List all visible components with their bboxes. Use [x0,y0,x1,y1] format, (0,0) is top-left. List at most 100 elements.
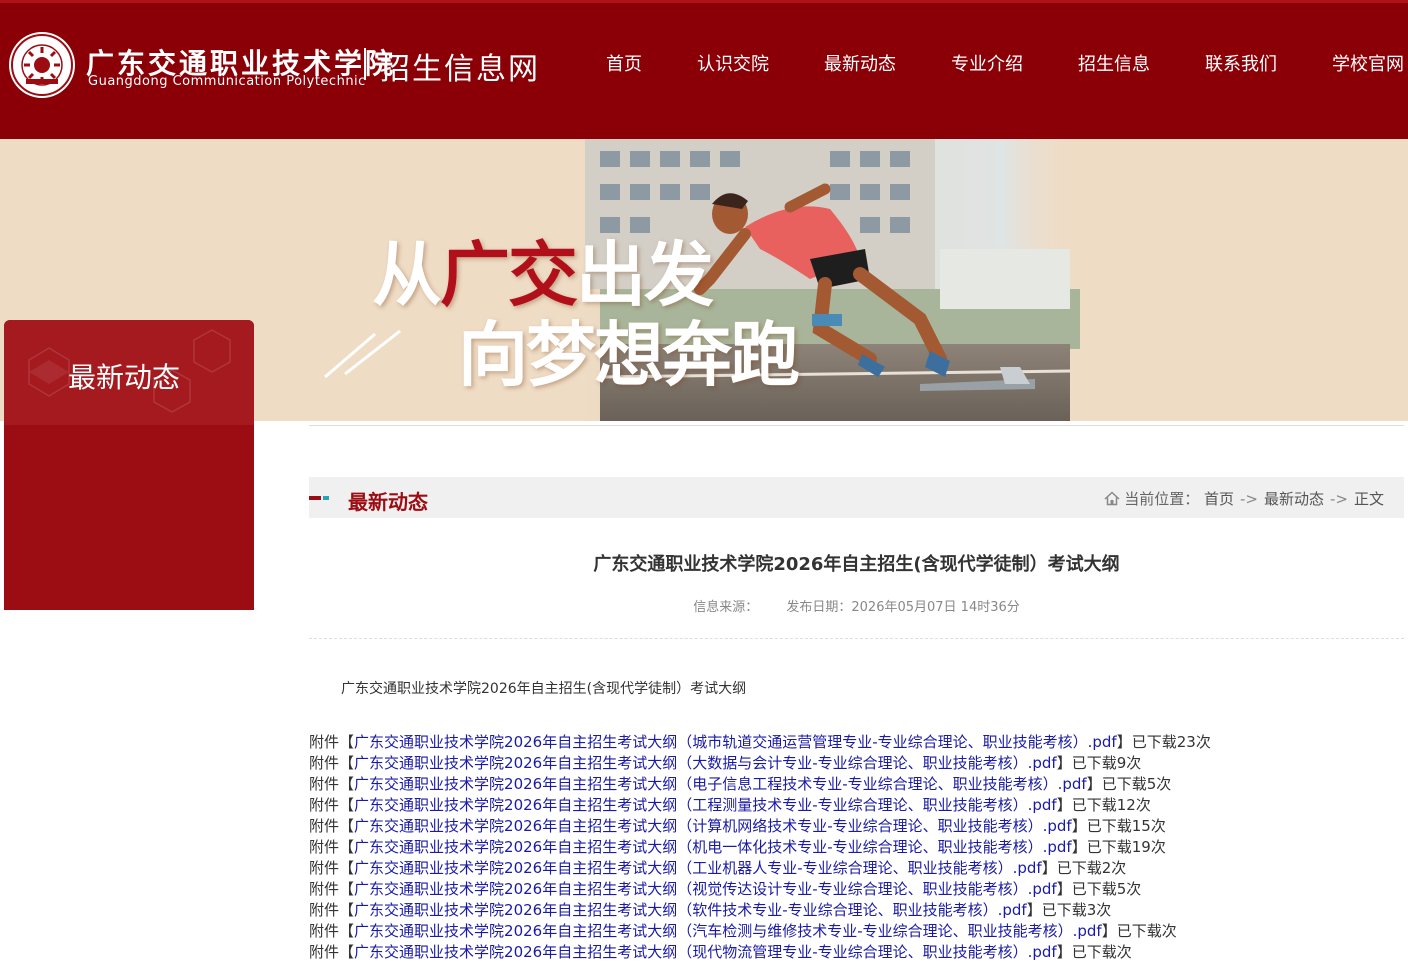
attachment-link[interactable]: 广东交通职业技术学院2026年自主招生考试大纲（工程测量技术专业-专业综合理论、… [354,796,1057,814]
attachment-download-count: 已下载19次 [1086,838,1166,856]
attachment-bracket-open: 【 [339,880,355,898]
attachment-link[interactable]: 广东交通职业技术学院2026年自主招生考试大纲（大数据与会计专业-专业综合理论、… [354,754,1057,772]
attachment-link[interactable]: 广东交通职业技术学院2026年自主招生考试大纲（软件技术专业-专业综合理论、职业… [354,901,1027,919]
main-nav: 首页 认识交院 最新动态 专业介绍 招生信息 联系我们 学校官网 [0,50,1408,76]
attachment-prefix: 附件 [309,943,340,961]
article-body-text: 广东交通职业技术学院2026年自主招生(含现代学徒制）考试大纲 [341,681,747,697]
header-top-line [0,0,1408,3]
column-mark-teal [323,496,329,500]
attachment-bracket-open: 【 [339,922,355,940]
attachment-bracket-close: 】 [1071,817,1087,835]
nav-item-contact[interactable]: 联系我们 [1205,50,1277,76]
attachment-download-count: 已下载5次 [1101,775,1172,793]
attachment-link[interactable]: 广东交通职业技术学院2026年自主招生考试大纲（城市轨道交通运营管理专业-专业综… [354,733,1117,751]
attachment-bracket-close: 】 [1071,838,1087,856]
attachment-link[interactable]: 广东交通职业技术学院2026年自主招生考试大纲（电子信息工程技术专业-专业综合理… [354,775,1087,793]
attachment-download-count: 已下载15次 [1086,817,1166,835]
breadcrumb-news[interactable]: 最新动态 [1264,490,1324,508]
banner-slogan-line2: 向梦想奔跑 [458,314,800,396]
attachment-bracket-close: 】 [1116,733,1132,751]
nav-item-home[interactable]: 首页 [606,50,642,76]
attachment-item: 附件【广东交通职业技术学院2026年自主招生考试大纲（大数据与会计专业-专业综合… [309,753,1404,774]
attachment-bracket-open: 【 [339,817,355,835]
attachment-prefix: 附件 [309,775,340,793]
attachment-bracket-close: 】 [1026,901,1042,919]
nav-item-admissions[interactable]: 招生信息 [1078,50,1150,76]
article-meta: 信息来源： 发布日期：2026年05月07日 14时36分 [309,596,1404,615]
attachment-download-count: 已下载23次 [1131,733,1211,751]
sidebar-title: 最新动态 [68,361,181,394]
attachment-link[interactable]: 广东交通职业技术学院2026年自主招生考试大纲（现代物流管理专业-专业综合理论、… [354,943,1057,961]
attachment-bracket-open: 【 [339,775,355,793]
breadcrumb-current: 正文 [1353,490,1384,508]
attachment-bracket-close: 】 [1056,754,1072,772]
attachment-prefix: 附件 [309,859,340,877]
attachment-bracket-close: 】 [1086,775,1102,793]
attachment-prefix: 附件 [309,817,340,835]
attachment-item: 附件【广东交通职业技术学院2026年自主招生考试大纲（机电一体化技术专业-专业综… [309,837,1404,858]
nav-item-official-site[interactable]: 学校官网 [1332,50,1404,76]
attachment-download-count: 已下载2次 [1056,859,1127,877]
attachment-download-count: 已下载5次 [1071,880,1142,898]
article-date: 发布日期：2026年05月07日 14时36分 [786,600,1020,615]
attachment-prefix: 附件 [309,796,340,814]
attachment-prefix: 附件 [309,901,340,919]
attachment-bracket-close: 】 [1056,880,1072,898]
location-label: 当前位置： [1124,490,1200,508]
attachment-bracket-close: 】 [1056,796,1072,814]
slogan-part-1: 从 [372,234,442,316]
attachment-download-count: 已下载12次 [1071,796,1151,814]
attachment-prefix: 附件 [309,922,340,940]
attachment-bracket-open: 【 [339,901,355,919]
attachment-item: 附件【广东交通职业技术学院2026年自主招生考试大纲（电子信息工程技术专业-专业… [309,774,1404,795]
attachment-link[interactable]: 广东交通职业技术学院2026年自主招生考试大纲（计算机网络技术专业-专业综合理论… [354,817,1072,835]
attachment-item: 附件【广东交通职业技术学院2026年自主招生考试大纲（城市轨道交通运营管理专业-… [309,732,1404,753]
site-header: 广东交通职业技术学院 Guangdong Communication Polyt… [0,0,1408,139]
home-icon [1104,491,1120,506]
attachment-bracket-open: 【 [339,796,355,814]
attachment-download-count: 已下载次 [1116,922,1177,940]
attachment-item: 附件【广东交通职业技术学院2026年自主招生考试大纲（计算机网络技术专业-专业综… [309,816,1404,837]
attachment-bracket-close: 】 [1056,943,1072,961]
attachment-bracket-open: 【 [339,733,355,751]
attachment-item: 附件【广东交通职业技术学院2026年自主招生考试大纲（工程测量技术专业-专业综合… [309,795,1404,816]
breadcrumb-separator: -> [1240,490,1258,508]
attachment-bracket-open: 【 [339,838,355,856]
attachment-link[interactable]: 广东交通职业技术学院2026年自主招生考试大纲（机电一体化技术专业-专业综合理论… [354,838,1072,856]
attachment-item: 附件【广东交通职业技术学院2026年自主招生考试大纲（工业机器人专业-专业综合理… [309,858,1404,879]
attachment-item: 附件【广东交通职业技术学院2026年自主招生考试大纲（汽车检测与维修技术专业-专… [309,921,1404,942]
attachment-bracket-close: 】 [1041,859,1057,877]
attachment-prefix: 附件 [309,880,340,898]
article-source: 信息来源： [693,600,759,615]
breadcrumb: 当前位置： 首页 -> 最新动态 -> 正文 [1104,488,1384,509]
attachment-link[interactable]: 广东交通职业技术学院2026年自主招生考试大纲（视觉传达设计专业-专业综合理论、… [354,880,1057,898]
attachment-prefix: 附件 [309,838,340,856]
attachment-list: 附件【广东交通职业技术学院2026年自主招生考试大纲（城市轨道交通运营管理专业-… [309,732,1404,963]
sidebar-header: 最新动态 [4,320,254,425]
column-header: 最新动态 当前位置： 首页 -> 最新动态 -> 正文 [309,477,1404,518]
breadcrumb-separator: -> [1330,490,1348,508]
attachment-item: 附件【广东交通职业技术学院2026年自主招生考试大纲（软件技术专业-专业综合理论… [309,900,1404,921]
attachment-bracket-open: 【 [339,943,355,961]
sidebar: 最新动态 [4,320,254,610]
attachment-link[interactable]: 广东交通职业技术学院2026年自主招生考试大纲（工业机器人专业-专业综合理论、职… [354,859,1042,877]
attachment-bracket-close: 】 [1101,922,1117,940]
nav-item-majors[interactable]: 专业介绍 [951,50,1023,76]
article-title: 广东交通职业技术学院2026年自主招生(含现代学徒制）考试大纲 [593,554,1120,575]
brand-name-en[interactable]: Guangdong Communication Polytechnic [88,74,366,89]
column-title: 最新动态 [348,490,428,514]
nav-item-about[interactable]: 认识交院 [697,50,769,76]
attachment-download-count: 已下载3次 [1041,901,1112,919]
meta-divider [309,638,1404,639]
attachment-item: 附件【广东交通职业技术学院2026年自主招生考试大纲（视觉传达设计专业-专业综合… [309,879,1404,900]
breadcrumb-home[interactable]: 首页 [1204,490,1234,508]
column-mark-red [309,496,321,500]
attachment-download-count: 已下载9次 [1071,754,1142,772]
attachment-prefix: 附件 [309,754,340,772]
attachment-bracket-open: 【 [339,754,355,772]
nav-item-news[interactable]: 最新动态 [824,50,896,76]
attachment-bracket-open: 【 [339,859,355,877]
content-top-rule [309,425,1404,426]
attachment-prefix: 附件 [309,733,340,751]
attachment-link[interactable]: 广东交通职业技术学院2026年自主招生考试大纲（汽车检测与维修技术专业-专业综合… [354,922,1102,940]
